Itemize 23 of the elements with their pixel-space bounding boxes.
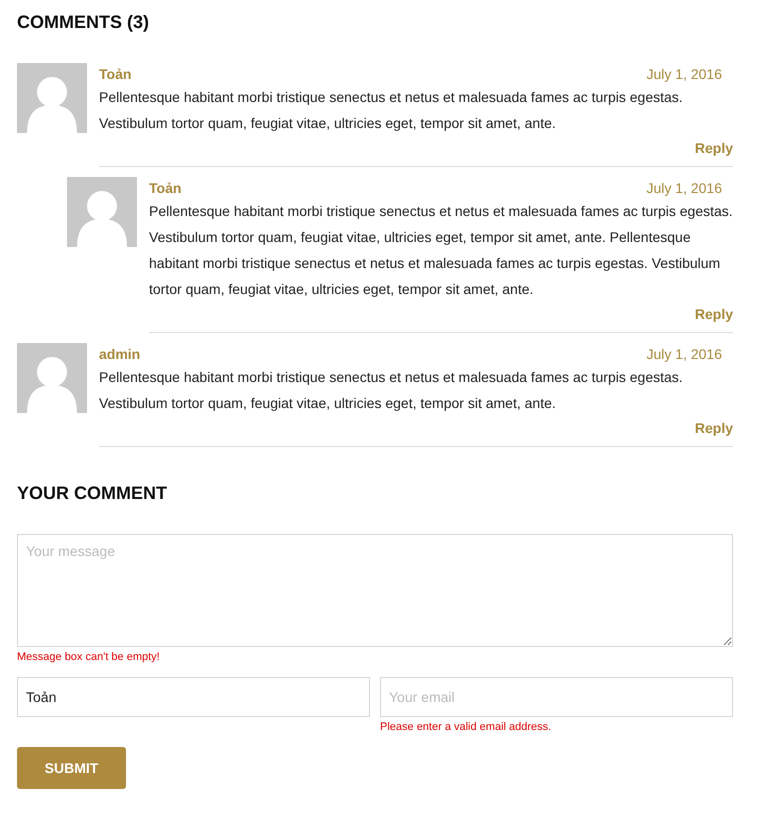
comment-date: July 1, 2016 <box>646 66 722 82</box>
comment-author[interactable]: Toản <box>149 180 182 196</box>
form-heading: YOUR COMMENT <box>17 483 168 504</box>
avatar-icon <box>67 177 137 247</box>
reply-link[interactable]: Reply <box>694 302 733 326</box>
comment-text: Pellentesque habitant morbi tristique senectus et netus et malesuada fames ac turpis egestas. Vestibulum tortor quam, feugiat vitae, ultricies eget, tempor sit amet, ante. <box>99 368 684 413</box>
comment-date: July 1, 2016 <box>646 180 722 196</box>
comment-text: Pellentesque habitant morbi tristique senectus et netus et malesuada fames ac turpis egestas. Vestibulum tortor quam, feugiat vitae, ultricies eget, tempor sit amet, ante. Pellentesque habitant morbi tristique senectus et netus et malesuada fames ac turpis egestas. Vestibulum tortor quam, feugiat vitae, ultricies eget, tempor sit amet, ante. <box>149 202 733 299</box>
comment-date: July 1, 2016 <box>646 346 722 362</box>
message-field[interactable]: Your message <box>17 534 733 647</box>
comment-text: Pellentesque habitant morbi tristique senectus et netus et malesuada fames ac turpis egestas. Vestibulum tortor quam, feugiat vitae, ultricies eget, tempor sit amet, ante. <box>99 88 684 133</box>
reply-link[interactable]: Reply <box>694 416 733 440</box>
comment-author[interactable]: admin <box>99 346 140 362</box>
email-error: Please enter a valid email address. <box>380 721 552 733</box>
avatar-icon <box>17 63 87 133</box>
avatar-icon <box>17 343 87 413</box>
submit-button[interactable]: SUBMIT <box>17 747 126 789</box>
message-error: Message box can't be empty! <box>17 651 161 663</box>
comment-author[interactable]: Toản <box>99 66 132 82</box>
reply-link[interactable]: Reply <box>694 136 733 160</box>
name-field[interactable]: Toản <box>17 677 370 717</box>
email-field[interactable]: Your email <box>380 677 733 717</box>
comments-heading: COMMENTS (3) <box>17 12 150 33</box>
